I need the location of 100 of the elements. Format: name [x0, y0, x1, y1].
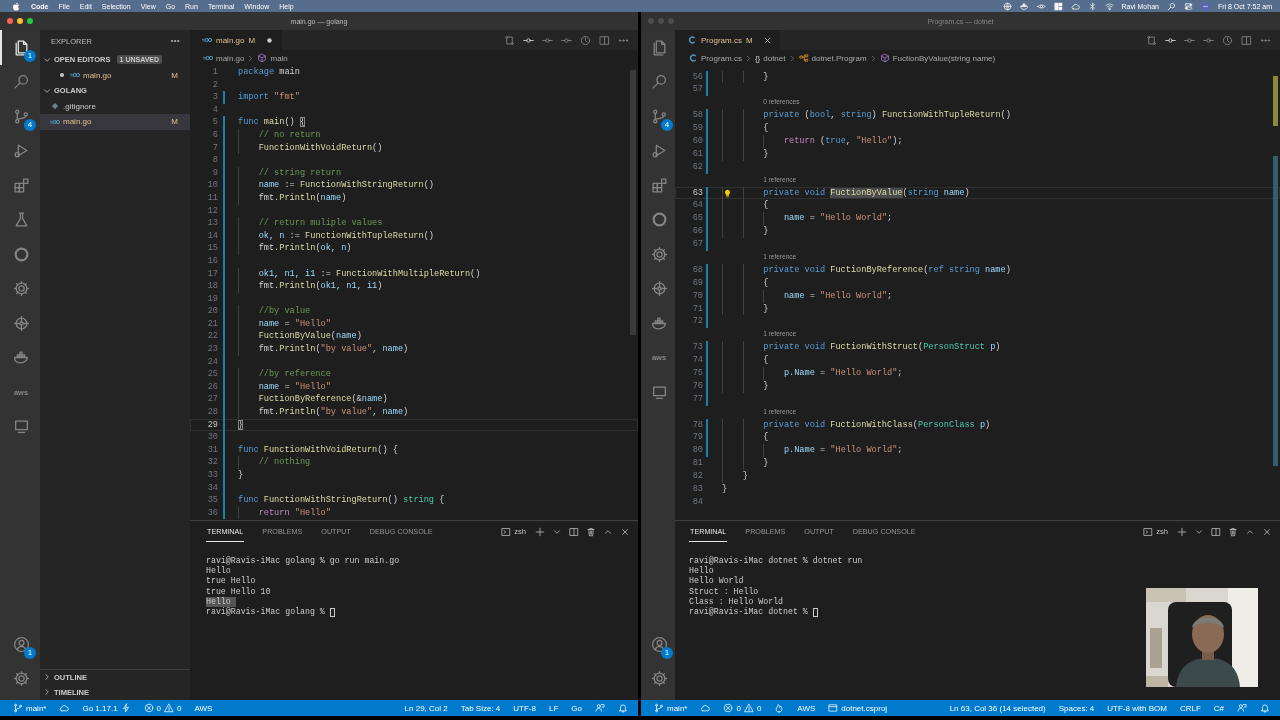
monitor-icon	[12, 418, 30, 436]
status-item[interactable]: Ln 29, Col 2	[404, 703, 448, 713]
code-line: //by value	[258, 305, 311, 318]
status-item[interactable]: C#	[1213, 703, 1224, 713]
editor-tab[interactable]: Program.cs M	[675, 30, 780, 50]
status-item[interactable]: 0 0	[143, 703, 182, 713]
bluetooth-icon[interactable]	[1087, 1, 1097, 11]
split-editor-icon[interactable]	[1241, 34, 1252, 46]
lightbulb-icon[interactable]	[723, 188, 732, 198]
status-item[interactable]: UTF-8	[513, 703, 536, 713]
cube-icon	[879, 53, 890, 63]
activity-bar-item[interactable]: 4	[641, 99, 675, 134]
close-icon[interactable]	[1262, 526, 1272, 537]
unsaved-dot-icon[interactable]	[265, 35, 275, 45]
eye-icon[interactable]	[1036, 1, 1046, 11]
line-number: 33	[206, 469, 218, 482]
feedback-icon[interactable]	[595, 703, 605, 713]
split-terminal-icon[interactable]	[569, 526, 579, 537]
status-item[interactable]: Spaces: 4	[1058, 703, 1095, 713]
wifi-icon[interactable]	[1104, 1, 1114, 11]
status-item[interactable]: Go 1.17.1	[82, 703, 131, 713]
line-number: 81	[691, 457, 703, 471]
feedback-icon[interactable]	[1237, 703, 1247, 713]
status-item[interactable]: LF	[549, 703, 559, 713]
status-item[interactable]: main*	[654, 703, 688, 713]
tree-item[interactable]: main.go M	[40, 67, 190, 83]
minimize-window-button[interactable]	[17, 18, 23, 24]
grid-icon[interactable]	[1053, 1, 1063, 11]
cube-icon	[257, 53, 268, 63]
line-number: 71	[691, 302, 703, 316]
status-item[interactable]: Tab Size: 4	[460, 703, 501, 713]
globe-icon[interactable]	[1002, 1, 1012, 11]
tree-item[interactable]: main.go M	[40, 114, 190, 130]
split-terminal-icon[interactable]	[1211, 526, 1221, 537]
cloud-icon[interactable]	[700, 703, 711, 713]
bell-icon[interactable]	[1260, 703, 1270, 713]
breadcrumb-item[interactable]: {} dotnet	[754, 53, 786, 63]
open-changes-icon[interactable]	[504, 34, 515, 46]
code-line: ok, n := FunctionWithTupleReturn()	[258, 229, 434, 243]
line-number: 64	[691, 199, 703, 213]
orb-icon[interactable]	[1200, 1, 1210, 11]
line-number: 7	[211, 141, 218, 155]
control-center-icon[interactable]	[1183, 1, 1193, 11]
apple-icon[interactable]	[12, 1, 21, 11]
cloud-icon[interactable]	[1070, 1, 1080, 11]
whale-icon[interactable]	[1019, 1, 1029, 11]
plus-icon[interactable]	[1177, 526, 1187, 537]
code-line: return (true, "Hello");	[783, 134, 903, 148]
code-line: fmt.Println(ok1, n1, i1)	[258, 280, 383, 293]
breadcrumb-item[interactable]: dotnet.Program	[798, 53, 867, 63]
trash-icon[interactable]	[1228, 526, 1238, 537]
breadcrumb-item[interactable]: FuctionByValue(string name)	[879, 53, 996, 63]
status-item[interactable]: Go	[571, 703, 582, 713]
close-window-button[interactable]	[7, 18, 13, 24]
activity-bar-item[interactable]: 1	[641, 627, 675, 662]
status-item[interactable]: UTF-8 with BOM	[1107, 703, 1167, 713]
breadcrumb-item[interactable]: main	[257, 53, 288, 63]
zoom-window-button[interactable]	[27, 18, 33, 24]
status-item[interactable]: dotnet.csproj	[828, 703, 888, 713]
activity-bar-item[interactable]: 1	[0, 627, 40, 662]
code-line: p.Name = "Hello World";	[783, 367, 903, 380]
go-file-icon	[202, 35, 212, 45]
timeline-icon[interactable]	[580, 34, 591, 46]
status-item[interactable]: AWS	[797, 703, 816, 713]
count-badge: 1	[24, 646, 36, 659]
code-line: {	[763, 122, 769, 135]
line-number: 21	[206, 317, 218, 331]
line-number: 25	[206, 368, 218, 381]
line-number: 60	[691, 134, 703, 148]
trash-icon[interactable]	[586, 526, 596, 537]
flame-icon[interactable]	[774, 703, 785, 713]
activity-bar-item[interactable]: 4	[0, 99, 40, 134]
count-badge: 4	[24, 118, 36, 131]
timeline-icon[interactable]	[1222, 34, 1233, 46]
split-editor-icon[interactable]	[599, 34, 610, 46]
breadcrumb-item[interactable]: Program.cs	[688, 53, 742, 63]
status-item[interactable]: AWS	[194, 703, 213, 713]
plus-icon[interactable]	[535, 526, 545, 537]
line-number: 61	[691, 147, 703, 161]
search-icon[interactable]	[1166, 1, 1176, 11]
line-number: 36	[206, 506, 218, 520]
open-changes-icon[interactable]	[1146, 34, 1157, 46]
code-line: }	[722, 483, 728, 496]
terminal-icon[interactable]	[501, 526, 512, 537]
close-icon[interactable]	[620, 526, 630, 537]
breadcrumb-item[interactable]: main.go	[203, 53, 245, 63]
status-item[interactable]: main*	[13, 703, 47, 713]
status-item[interactable]: Ln 63, Col 36 (14 selected)	[949, 703, 1046, 713]
editor-tab[interactable]: main.go M	[190, 30, 283, 50]
terminal-icon[interactable]	[1143, 526, 1154, 537]
status-item[interactable]: 0 0	[723, 703, 762, 713]
scrollbar-thumb[interactable]	[630, 70, 636, 335]
bell-icon[interactable]	[618, 703, 628, 713]
cloud-icon[interactable]	[59, 703, 70, 713]
line-number: 59	[691, 122, 703, 135]
code-line: FunctionWithVoidReturn()	[258, 141, 383, 155]
line-number: 79	[691, 431, 703, 445]
status-item[interactable]: CRLF	[1179, 703, 1201, 713]
close-icon[interactable]	[762, 35, 772, 45]
tree-item[interactable]: .gitignore	[40, 98, 190, 114]
